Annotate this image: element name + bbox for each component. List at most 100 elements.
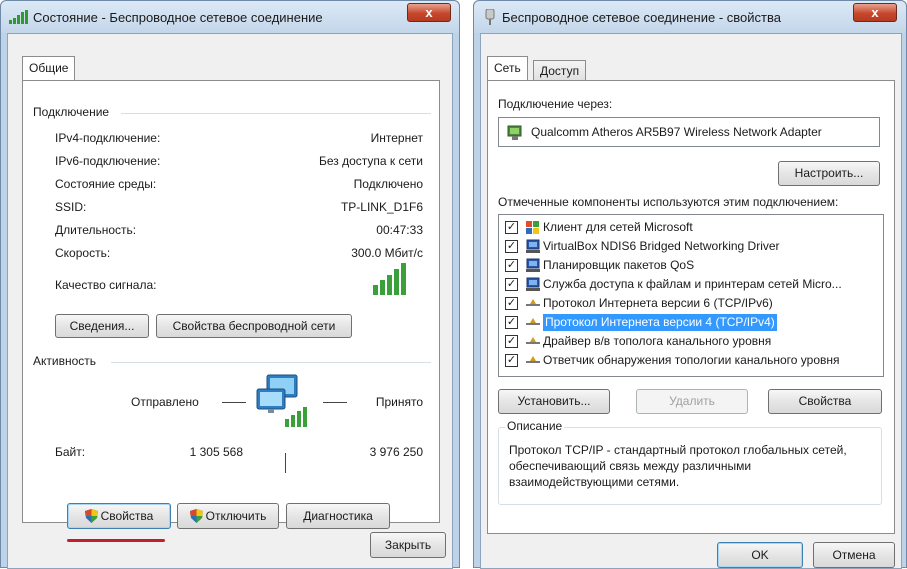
properties-client-area: Сеть Доступ Подключение через: Qualcomm …	[480, 33, 902, 569]
media-state-label: Состояние среды:	[55, 177, 157, 191]
component-checkbox[interactable]: ✓	[505, 335, 518, 348]
disable-button[interactable]: Отключить	[177, 503, 279, 529]
description-group: Описание Протокол TCP/IP - стандартный п…	[498, 419, 882, 505]
component-label: VirtualBox NDIS6 Bridged Networking Driv…	[543, 239, 780, 253]
component-label: Клиент для сетей Microsoft	[543, 220, 693, 234]
properties-window: Беспроводное сетевое соединение - свойст…	[473, 0, 907, 569]
tab-sharing[interactable]: Доступ	[533, 60, 587, 82]
adapter-name: Qualcomm Atheros AR5B97 Wireless Network…	[531, 125, 822, 139]
speed-label: Скорость:	[55, 246, 111, 260]
bytes-label: Байт:	[55, 445, 86, 459]
network-service-icon	[525, 277, 541, 292]
properties-window-title: Беспроводное сетевое соединение - свойст…	[502, 10, 781, 25]
signal-strength-icon	[9, 10, 29, 27]
details-button[interactable]: Сведения...	[55, 314, 149, 338]
sent-label: Отправлено	[131, 395, 199, 409]
network-tab-panel: Подключение через: Qualcomm Atheros AR5B…	[487, 80, 895, 534]
component-label: Протокол Интернета версии 4 (TCP/IPv4)	[543, 314, 777, 331]
duration-value: 00:47:33	[376, 223, 423, 237]
configure-button[interactable]: Настроить...	[778, 161, 880, 186]
network-adapter-icon	[507, 124, 525, 144]
network-computers-icon	[253, 371, 315, 438]
remove-button: Удалить	[636, 389, 748, 414]
component-properties-button[interactable]: Свойства	[768, 389, 882, 414]
list-item[interactable]: ✓ Ответчик обнаружения топологии канальн…	[499, 351, 883, 370]
ipv4-value: Интернет	[370, 131, 423, 145]
status-close-icon[interactable]: x	[407, 3, 451, 22]
description-group-label: Описание	[505, 419, 565, 433]
general-tab-panel: Подключение IPv4-подключение: Интернет I…	[22, 80, 440, 542]
properties-button[interactable]: Свойства	[67, 503, 171, 529]
sent-line	[222, 402, 246, 403]
tab-general[interactable]: Общие	[22, 56, 76, 81]
list-item[interactable]: ✓ VirtualBox NDIS6 Bridged Networking Dr…	[499, 237, 883, 256]
ssid-label: SSID:	[55, 200, 87, 214]
signal-quality-icon	[373, 263, 407, 298]
ok-button[interactable]: OK	[717, 542, 803, 568]
diagnose-button[interactable]: Диагностика	[286, 503, 390, 529]
duration-label: Длительность:	[55, 223, 137, 237]
ssid-value: TP-LINK_D1F6	[340, 200, 423, 214]
list-item[interactable]: ✓ Протокол Интернета версии 6 (TCP/IPv6)	[499, 294, 883, 313]
network-adapter-icon	[484, 8, 496, 28]
component-label: Ответчик обнаружения топологии канальног…	[543, 353, 840, 367]
list-item[interactable]: ✓ Планировщик пакетов QoS	[499, 256, 883, 275]
bytes-received-value: 3 976 250	[369, 445, 423, 459]
component-checkbox[interactable]: ✓	[505, 316, 518, 329]
properties-titlebar[interactable]: Беспроводное сетевое соединение - свойст…	[474, 1, 906, 33]
component-checkbox[interactable]: ✓	[505, 221, 518, 234]
properties-button-label: Свойства	[100, 509, 154, 523]
signal-quality-label: Качество сигнала:	[55, 278, 157, 292]
protocol-icon	[525, 315, 541, 330]
component-label: Служба доступа к файлам и принтерам сете…	[543, 277, 842, 291]
components-label: Отмеченные компоненты используются этим …	[498, 195, 839, 209]
description-text: Протокол TCP/IP - стандартный протокол г…	[509, 443, 847, 489]
disable-button-label: Отключить	[205, 509, 267, 523]
component-checkbox[interactable]: ✓	[505, 354, 518, 367]
status-window: Состояние - Беспроводное сетевое соедине…	[0, 0, 460, 569]
list-item[interactable]: ✓ Служба доступа к файлам и принтерам се…	[499, 275, 883, 294]
received-line	[323, 402, 347, 403]
protocol-icon	[525, 334, 541, 349]
install-button[interactable]: Установить...	[498, 389, 610, 414]
activity-group-label: Активность	[33, 354, 97, 368]
received-label: Принято	[375, 395, 423, 409]
uac-shield-icon	[189, 507, 203, 523]
protocol-icon	[525, 353, 541, 368]
bytes-divider	[285, 453, 286, 473]
properties-close-icon[interactable]: x	[853, 3, 897, 22]
components-list[interactable]: ✓ Клиент для сетей Microsoft ✓ VirtualBo…	[498, 214, 884, 377]
connection-group-label: Подключение	[33, 105, 110, 119]
list-item[interactable]: ✓ Клиент для сетей Microsoft	[499, 218, 883, 237]
component-label: Протокол Интернета версии 6 (TCP/IPv6)	[543, 296, 773, 310]
component-checkbox[interactable]: ✓	[505, 240, 518, 253]
properties-highlight-underline	[67, 539, 165, 542]
list-item[interactable]: ✓ Драйвер в/в тополога канального уровня	[499, 332, 883, 351]
media-state-value: Подключено	[353, 177, 423, 191]
cancel-button[interactable]: Отмена	[813, 542, 895, 568]
component-label: Планировщик пакетов QoS	[543, 258, 695, 272]
network-client-icon	[525, 220, 541, 235]
component-checkbox[interactable]: ✓	[505, 259, 518, 272]
ipv6-value: Без доступа к сети	[319, 154, 423, 168]
list-item-selected[interactable]: ✓ Протокол Интернета версии 4 (TCP/IPv4)	[499, 313, 883, 332]
speed-value: 300.0 Мбит/с	[351, 246, 423, 260]
wireless-properties-button[interactable]: Свойства беспроводной сети	[156, 314, 352, 338]
ipv6-label: IPv6-подключение:	[55, 154, 161, 168]
network-service-icon	[525, 258, 541, 273]
connect-using-label: Подключение через:	[498, 97, 613, 111]
status-window-title: Состояние - Беспроводное сетевое соедине…	[33, 10, 323, 25]
component-label: Драйвер в/в тополога канального уровня	[543, 334, 772, 348]
tab-network[interactable]: Сеть	[487, 56, 528, 81]
connection-group-line	[121, 113, 431, 114]
status-titlebar[interactable]: Состояние - Беспроводное сетевое соедине…	[1, 1, 459, 33]
close-button[interactable]: Закрыть	[370, 532, 446, 558]
component-checkbox[interactable]: ✓	[505, 278, 518, 291]
ipv4-label: IPv4-подключение:	[55, 131, 161, 145]
component-checkbox[interactable]: ✓	[505, 297, 518, 310]
activity-group-line	[111, 362, 431, 363]
status-client-area: Общие Подключение IPv4-подключение: Инте…	[7, 33, 453, 569]
protocol-icon	[525, 296, 541, 311]
adapter-box: Qualcomm Atheros AR5B97 Wireless Network…	[498, 117, 880, 147]
uac-shield-icon	[84, 507, 98, 523]
